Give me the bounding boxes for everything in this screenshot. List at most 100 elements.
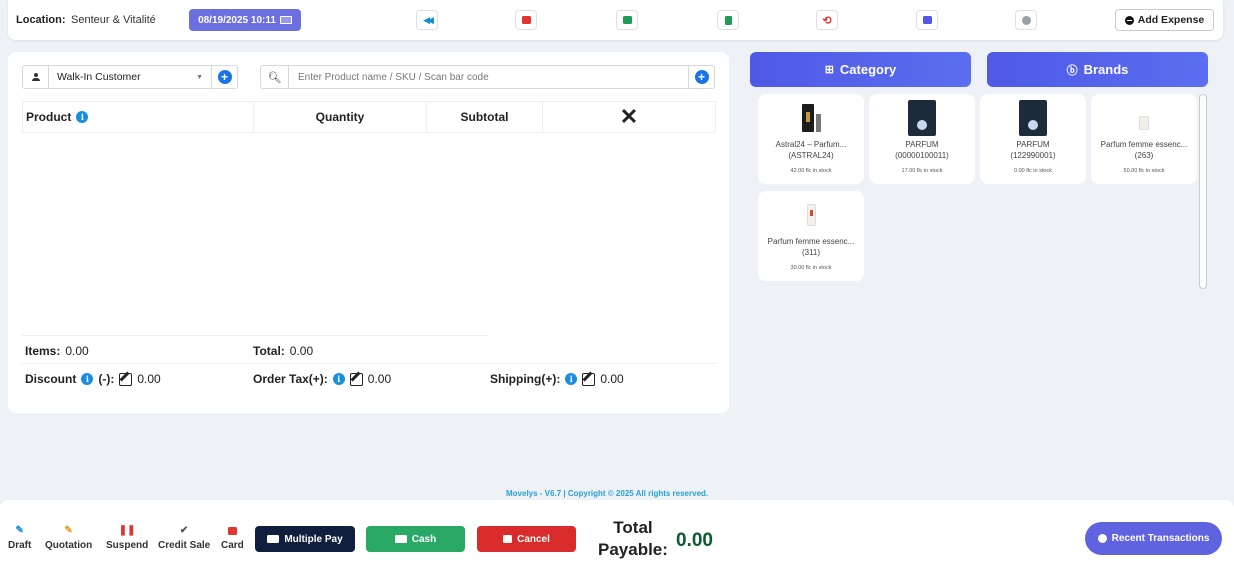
suspend-label: Suspend <box>106 540 149 551</box>
product-search-input[interactable] <box>289 71 688 83</box>
discount-value: 0.00 <box>137 372 161 386</box>
datetime-text: 08/19/2025 10:11 <box>198 14 276 26</box>
edit-discount-icon[interactable] <box>119 372 133 386</box>
top-bar: Location: Senteur & Vitalité 08/19/2025 … <box>8 0 1223 40</box>
money-icon <box>267 535 280 543</box>
card-button[interactable]: Card <box>221 525 244 551</box>
brand-icon: ⓑ <box>1066 64 1078 77</box>
total-label: Total: <box>253 344 285 358</box>
category-button[interactable]: ⊞ Category <box>750 52 971 87</box>
product-search: 🔍︎ + <box>260 65 715 89</box>
edit-icon: ✎ <box>64 525 73 536</box>
money-icon <box>394 535 407 543</box>
user-icon <box>31 73 40 81</box>
col-product: Product i <box>23 102 254 132</box>
product-stock: 17.00 flc in stock <box>901 168 943 174</box>
col-subtotal: Subtotal <box>427 102 543 132</box>
register-details-button[interactable] <box>616 10 638 30</box>
chevron-down-icon: ▼ <box>196 73 203 81</box>
items-label: Items: <box>25 344 61 358</box>
draft-button[interactable]: ✎ Draft <box>8 525 31 551</box>
multiple-pay-button[interactable]: Multiple Pay <box>255 526 355 552</box>
product-name: PARFUM (00000100011) <box>895 140 949 160</box>
datetime-button[interactable]: 08/19/2025 10:11 <box>189 9 301 31</box>
product-card[interactable]: Parfum femme essenc... (263) 50.00 flc in… <box>1091 94 1197 184</box>
pause-icon: ❚❚ <box>118 525 136 536</box>
search-icon: 🔍︎ <box>261 66 289 88</box>
shipping-label: Shipping(+): <box>490 372 561 386</box>
payment-button[interactable] <box>916 10 938 30</box>
cash-label: Cash <box>411 533 437 545</box>
add-customer-button[interactable]: + <box>211 66 237 88</box>
undo-icon: ⟲ <box>822 14 832 27</box>
close-window-icon <box>521 16 531 24</box>
back-icon: ◀◀ <box>423 14 434 25</box>
product-image <box>797 100 825 136</box>
grid-icon: ⊞ <box>824 64 834 76</box>
product-card[interactable]: PARFUM (00000100011) 17.00 flc in stock <box>869 94 975 184</box>
edit-icon: ✎ <box>15 525 24 536</box>
recent-transactions-button[interactable]: Recent Transactions <box>1085 522 1222 555</box>
multiple-pay-label: Multiple Pay <box>284 533 343 545</box>
info-icon[interactable]: i <box>81 373 94 385</box>
product-name: Astral24 – Parfum... (ASTRAL24) <box>775 140 847 160</box>
product-name: Parfum femme essenc... (311) <box>767 237 855 257</box>
suspend-button[interactable]: ❚❚ Suspend <box>106 525 148 551</box>
cancel-button[interactable]: Cancel <box>477 526 576 552</box>
catalog-scrollbar[interactable] <box>1199 94 1207 289</box>
bottom-bar: ✎ Draft ✎ Quotation ❚❚ Suspend ✔ Credit … <box>0 500 1234 582</box>
sell-return-button[interactable]: ⟲ <box>816 10 838 30</box>
discount-row: Discount i (-): 0.00 <box>25 372 161 386</box>
total-payable-label: Total Payable: <box>598 518 668 559</box>
edit-tax-icon[interactable] <box>349 372 363 386</box>
draft-label: Draft <box>8 540 32 551</box>
briefcase-icon <box>622 16 632 24</box>
calculator-button[interactable] <box>717 10 739 30</box>
customer-icon-box <box>23 66 49 88</box>
plus-circle-icon: + <box>217 70 232 84</box>
product-image <box>1019 100 1047 136</box>
cash-button[interactable]: Cash <box>366 526 465 552</box>
location-value[interactable]: Senteur & Vitalité <box>71 14 156 26</box>
back-button[interactable]: ◀◀ <box>416 10 438 30</box>
shipping-row: Shipping(+): i 0.00 <box>490 372 624 386</box>
credit-card-icon <box>227 525 237 537</box>
info-icon[interactable]: i <box>332 373 345 385</box>
product-stock: 0.00 flc in stock <box>1014 168 1052 174</box>
items-value: 0.00 <box>65 344 89 358</box>
order-tax-label: Order Tax(+): <box>253 372 328 386</box>
total-amount: Total: 0.00 <box>253 344 313 358</box>
add-expense-button[interactable]: Add Expense <box>1115 9 1214 31</box>
settings-button[interactable] <box>1015 10 1037 30</box>
discount-suffix: (-): <box>98 372 115 386</box>
info-icon[interactable]: i <box>565 373 578 385</box>
product-card[interactable]: Parfum femme essenc... (311) 30.00 flc in… <box>758 191 864 281</box>
divider <box>22 363 716 364</box>
total-value: 0.00 <box>289 344 314 358</box>
quotation-button[interactable]: ✎ Quotation <box>45 525 92 551</box>
col-quantity: Quantity <box>254 102 427 132</box>
pos-panel: Walk-In Customer ▼ + 🔍︎ + Product i Quan… <box>8 52 729 413</box>
settings-icon <box>1021 15 1031 25</box>
info-icon[interactable]: i <box>76 111 89 123</box>
card-label: Card <box>221 540 244 551</box>
discount-label: Discount <box>25 372 77 386</box>
check-icon: ✔ <box>179 525 189 536</box>
customer-select[interactable]: Walk-In Customer ▼ + <box>22 65 238 89</box>
product-image <box>908 100 936 136</box>
product-card[interactable]: Astral24 – Parfum... (ASTRAL24) 42.00 flc… <box>758 94 864 184</box>
add-expense-label: Add Expense <box>1137 14 1205 26</box>
product-name: PARFUM (122990001) <box>1010 140 1056 160</box>
product-stock: 30.00 flc in stock <box>790 265 832 271</box>
recent-transactions-label: Recent Transactions <box>1111 533 1210 544</box>
credit-sale-button[interactable]: ✔ Credit Sale <box>158 525 210 551</box>
brands-button[interactable]: ⓑ Brands <box>987 52 1208 87</box>
close-register-button[interactable] <box>515 10 537 30</box>
minus-circle-icon <box>1124 15 1134 25</box>
product-card[interactable]: PARFUM (122990001) 0.00 flc in stock <box>980 94 1086 184</box>
add-product-button[interactable]: + <box>688 66 714 88</box>
close-icon <box>503 535 513 543</box>
clear-cart-icon[interactable]: ✕ <box>543 102 715 132</box>
edit-shipping-icon[interactable] <box>582 372 596 386</box>
divider <box>22 335 488 336</box>
